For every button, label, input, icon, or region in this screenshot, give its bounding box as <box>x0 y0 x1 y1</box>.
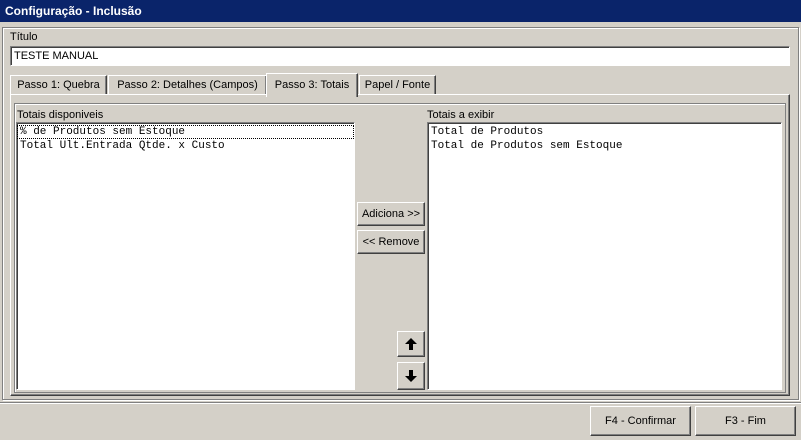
titulo-label: Título <box>10 31 38 43</box>
list-item[interactable]: Total de Produtos sem Estoque <box>428 139 781 153</box>
tab-totais[interactable]: Passo 3: Totais <box>266 73 358 97</box>
tab-label: Papel / Fonte <box>364 79 431 91</box>
add-button[interactable]: Adiciona >> <box>357 202 425 226</box>
titulo-input[interactable]: TESTE MANUAL <box>10 46 790 66</box>
tab-label: Passo 1: Quebra <box>17 79 100 91</box>
tab-papel-fonte[interactable]: Papel / Fonte <box>359 75 436 95</box>
tab-detalhes[interactable]: Passo 2: Detalhes (Campos) <box>108 75 267 95</box>
list-item[interactable]: Total Ult.Entrada Qtde. x Custo <box>17 139 354 153</box>
tab-quebra[interactable]: Passo 1: Quebra <box>10 75 107 95</box>
window-title: Configuração - Inclusão <box>5 4 142 18</box>
arrow-down-icon <box>405 370 417 382</box>
list-item[interactable]: Total de Produtos <box>428 125 781 139</box>
selected-totals-list[interactable]: Total de Produtos Total de Produtos sem … <box>427 122 782 390</box>
arrow-up-icon <box>405 338 417 350</box>
available-totals-label: Totais disponiveis <box>17 109 104 121</box>
move-up-button[interactable] <box>397 331 425 357</box>
list-item[interactable]: % de Produtos sem Estoque <box>17 125 354 139</box>
confirm-button[interactable]: F4 - Confirmar <box>590 406 691 436</box>
end-button[interactable]: F3 - Fim <box>695 406 796 436</box>
window-titlebar: Configuração - Inclusão <box>0 0 801 22</box>
remove-button[interactable]: << Remove <box>357 230 425 254</box>
tab-label: Passo 2: Detalhes (Campos) <box>117 79 258 91</box>
selected-totals-label: Totais a exibir <box>427 109 495 121</box>
move-down-button[interactable] <box>397 362 425 390</box>
tab-label: Passo 3: Totais <box>274 79 350 91</box>
available-totals-list[interactable]: % de Produtos sem Estoque Total Ult.Entr… <box>16 122 355 390</box>
